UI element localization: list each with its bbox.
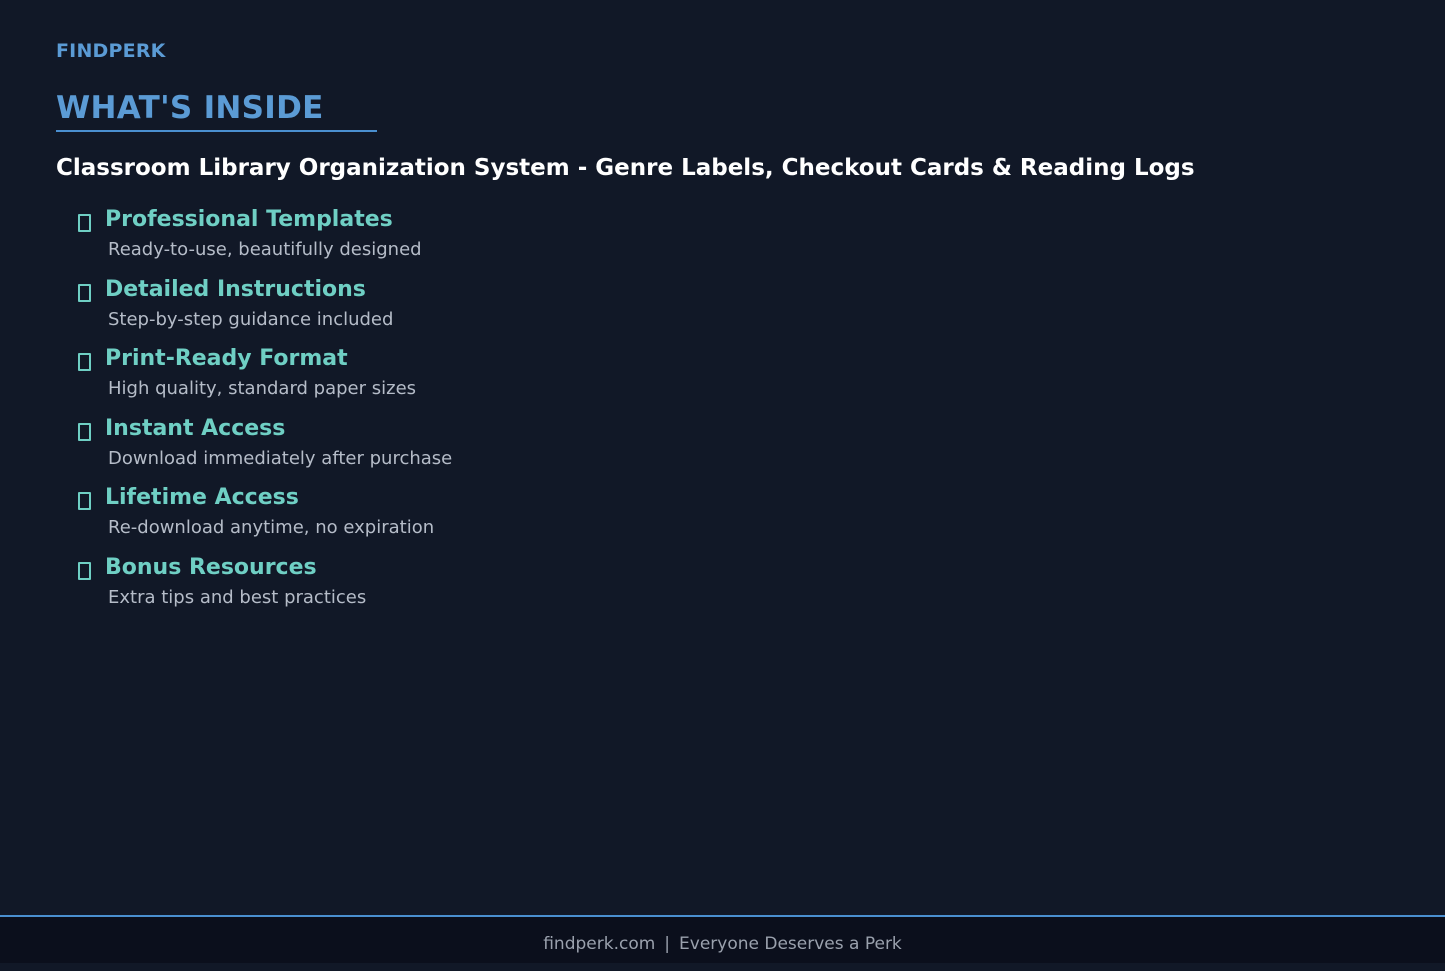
feature-description: Ready-to-use, beautifully designed <box>108 239 422 260</box>
checkbox-icon <box>78 422 91 441</box>
footer: findperk.com | Everyone Deserves a Perk <box>0 915 1445 963</box>
checkbox-icon <box>78 561 91 580</box>
product-title: Classroom Library Organization System - … <box>56 155 1195 181</box>
feature-description: High quality, standard paper sizes <box>108 378 417 400</box>
feature-description: Extra tips and best practices <box>108 586 367 608</box>
brand-logo-text: FINDPERK <box>56 40 166 62</box>
feature-title: Detailed Instructions <box>105 276 366 302</box>
checkbox-icon <box>78 283 91 302</box>
feature-description: Download immediately after purchase <box>108 447 453 469</box>
footer-separator: | <box>664 934 671 954</box>
feature-description: Step-by-step guidance included <box>108 308 394 330</box>
footer-tagline: Everyone Deserves a Perk <box>679 934 902 954</box>
section-heading-text: WHAT'S INSIDE <box>56 90 324 126</box>
feature-title: Bonus Resources <box>105 554 317 580</box>
feature-title: Professional Templates <box>105 207 393 232</box>
feature-title: Lifetime Access <box>105 485 299 511</box>
section-heading: WHAT'S INSIDE <box>56 88 377 132</box>
checkbox-icon <box>78 492 91 511</box>
footer-site-link[interactable]: findperk.com <box>543 934 655 954</box>
feature-title: Instant Access <box>105 415 286 441</box>
feature-description: Re-download anytime, no expiration <box>108 517 435 539</box>
feature-title: Print-Ready Format <box>105 346 348 372</box>
checkbox-icon <box>78 353 91 372</box>
checkbox-icon <box>78 214 91 232</box>
